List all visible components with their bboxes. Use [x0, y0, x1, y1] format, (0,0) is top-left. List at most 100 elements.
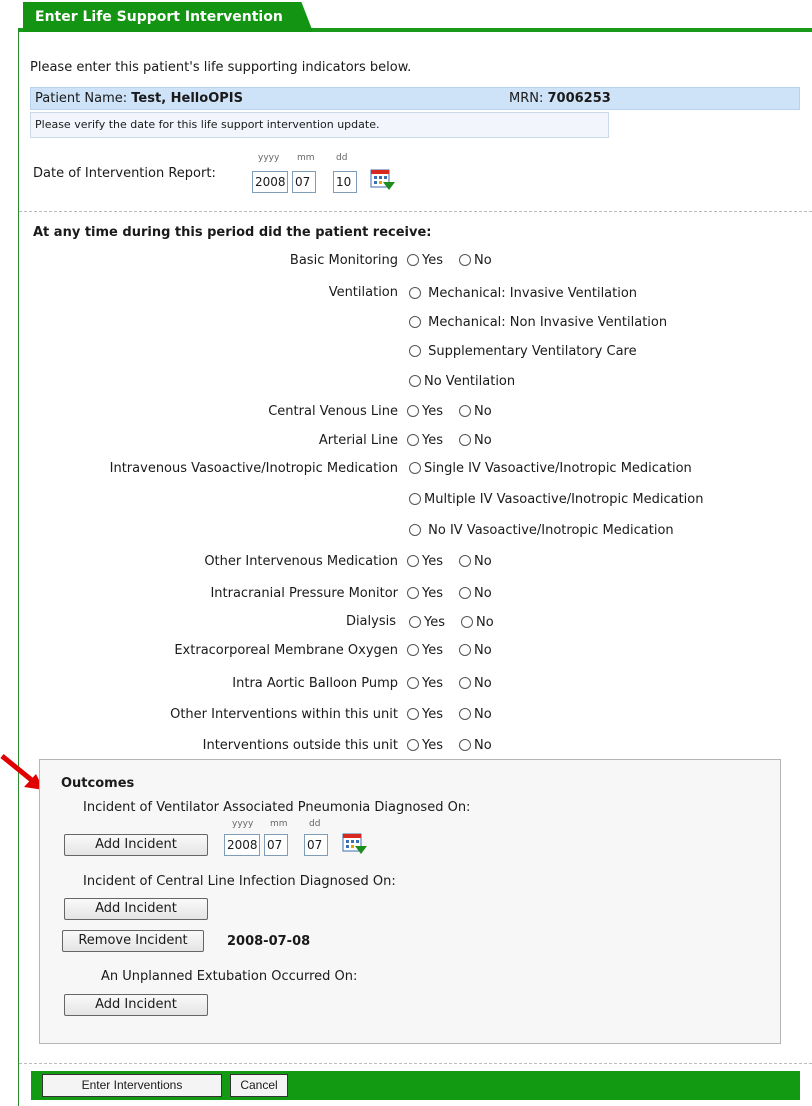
radio-icon[interactable]: [407, 254, 419, 266]
vent-none[interactable]: No Ventilation: [409, 374, 515, 389]
extubation-label: An Unplanned Extubation Occurred On:: [101, 969, 358, 984]
radio-icon[interactable]: [459, 739, 471, 751]
radio-icon[interactable]: [407, 405, 419, 417]
other-iv-yes[interactable]: Yes: [407, 554, 443, 569]
add-incident-vap-button[interactable]: Add Incident: [64, 834, 208, 856]
enter-interventions-button[interactable]: Enter Interventions: [42, 1074, 222, 1097]
yes-label: Yes: [422, 404, 443, 419]
outcomes-title: Outcomes: [61, 776, 135, 791]
iabp-no[interactable]: No: [459, 676, 492, 691]
iv-opt-label: No IV Vasoactive/Inotropic Medication: [428, 523, 674, 538]
radio-icon[interactable]: [409, 616, 421, 628]
report-day-input[interactable]: 10: [333, 171, 357, 193]
vent-opt-label: Mechanical: Invasive Ventilation: [428, 286, 638, 301]
other-within-no[interactable]: No: [459, 707, 492, 722]
radio-icon[interactable]: [459, 254, 471, 266]
report-year-input[interactable]: 2008: [252, 171, 288, 193]
radio-icon[interactable]: [407, 677, 419, 689]
vap-year-input[interactable]: 2008: [224, 834, 260, 856]
radio-icon[interactable]: [461, 616, 473, 628]
other-within-yes[interactable]: Yes: [407, 707, 443, 722]
radio-icon[interactable]: [407, 434, 419, 446]
no-label: No: [474, 433, 492, 448]
radio-icon[interactable]: [409, 345, 421, 357]
vap-month-input[interactable]: 07: [264, 834, 288, 856]
radio-icon[interactable]: [409, 287, 421, 299]
cvl-yes[interactable]: Yes: [407, 404, 443, 419]
iabp-label: Intra Aortic Balloon Pump: [232, 676, 398, 691]
vent-supplementary[interactable]: Supplementary Ventilatory Care: [409, 344, 637, 359]
intro-text: Please enter this patient's life support…: [30, 60, 412, 75]
iabp-yes[interactable]: Yes: [407, 676, 443, 691]
verify-note: Please verify the date for this life sup…: [30, 112, 609, 138]
ecmo-yes[interactable]: Yes: [407, 643, 443, 658]
yes-label: Yes: [422, 707, 443, 722]
radio-icon[interactable]: [459, 434, 471, 446]
yes-label: Yes: [422, 676, 443, 691]
basic-yes[interactable]: Yes: [407, 253, 443, 268]
radio-icon[interactable]: [407, 739, 419, 751]
radio-icon[interactable]: [459, 677, 471, 689]
vap-day-input[interactable]: 07: [304, 834, 328, 856]
vent-noninvasive[interactable]: Mechanical: Non Invasive Ventilation: [409, 315, 667, 330]
basic-no[interactable]: No: [459, 253, 492, 268]
cli-date-value: 2008-07-08: [227, 934, 311, 949]
arterial-label: Arterial Line: [318, 433, 398, 448]
patient-name: Patient Name: Test, HelloOPIS: [35, 91, 243, 106]
mrn-value: 7006253: [547, 91, 611, 106]
patient-name-label: Patient Name:: [35, 91, 128, 106]
yes-label: Yes: [422, 643, 443, 658]
no-label: No: [474, 554, 492, 569]
vent-invasive[interactable]: Mechanical: Invasive Ventilation: [409, 286, 637, 301]
no-label: No: [474, 707, 492, 722]
icp-no[interactable]: No: [459, 586, 492, 601]
other-iv-no[interactable]: No: [459, 554, 492, 569]
calendar-icon[interactable]: [370, 168, 396, 192]
add-incident-extubation-button[interactable]: Add Incident: [64, 994, 208, 1016]
report-month-input[interactable]: 07: [292, 171, 316, 193]
cvl-no[interactable]: No: [459, 404, 492, 419]
radio-icon[interactable]: [407, 708, 419, 720]
radio-icon[interactable]: [409, 375, 421, 387]
patient-bar: Patient Name: Test, HelloOPIS MRN: 70062…: [30, 87, 800, 110]
iv-single[interactable]: Single IV Vasoactive/Inotropic Medicatio…: [409, 461, 692, 476]
radio-icon[interactable]: [409, 493, 421, 505]
dd-hint: dd: [336, 153, 348, 163]
radio-icon[interactable]: [409, 462, 421, 474]
calendar-icon[interactable]: [342, 832, 368, 856]
cli-label: Incident of Central Line Infection Diagn…: [83, 874, 396, 889]
ecmo-no[interactable]: No: [459, 643, 492, 658]
icp-yes[interactable]: Yes: [407, 586, 443, 601]
no-label: No: [474, 404, 492, 419]
radio-icon[interactable]: [459, 587, 471, 599]
radio-icon[interactable]: [407, 587, 419, 599]
radio-icon[interactable]: [409, 316, 421, 328]
radio-icon[interactable]: [459, 405, 471, 417]
radio-icon[interactable]: [407, 644, 419, 656]
arterial-yes[interactable]: Yes: [407, 433, 443, 448]
radio-icon[interactable]: [459, 644, 471, 656]
iv-none[interactable]: No IV Vasoactive/Inotropic Medication: [409, 523, 674, 538]
radio-icon[interactable]: [409, 524, 421, 536]
separator: [19, 211, 812, 212]
vap-label: Incident of Ventilator Associated Pneumo…: [83, 800, 471, 815]
arterial-no[interactable]: No: [459, 433, 492, 448]
vent-opt-label: Supplementary Ventilatory Care: [428, 344, 637, 359]
dialysis-yes[interactable]: Yes: [409, 615, 445, 630]
radio-icon[interactable]: [407, 555, 419, 567]
outside-yes[interactable]: Yes: [407, 738, 443, 753]
dialysis-no[interactable]: No: [461, 615, 494, 630]
yes-label: Yes: [422, 586, 443, 601]
yes-label: Yes: [422, 554, 443, 569]
add-incident-cli-button[interactable]: Add Incident: [64, 898, 208, 920]
outside-no[interactable]: No: [459, 738, 492, 753]
no-label: No: [474, 586, 492, 601]
vent-opt-label: Mechanical: Non Invasive Ventilation: [428, 315, 668, 330]
remove-incident-button[interactable]: Remove Incident: [62, 930, 204, 952]
cancel-button[interactable]: Cancel: [230, 1074, 288, 1097]
radio-icon[interactable]: [459, 555, 471, 567]
iv-multiple[interactable]: Multiple IV Vasoactive/Inotropic Medicat…: [409, 492, 703, 507]
radio-icon[interactable]: [459, 708, 471, 720]
vent-opt-label: No Ventilation: [424, 374, 516, 389]
patient-name-value: Test, HelloOPIS: [131, 91, 243, 106]
